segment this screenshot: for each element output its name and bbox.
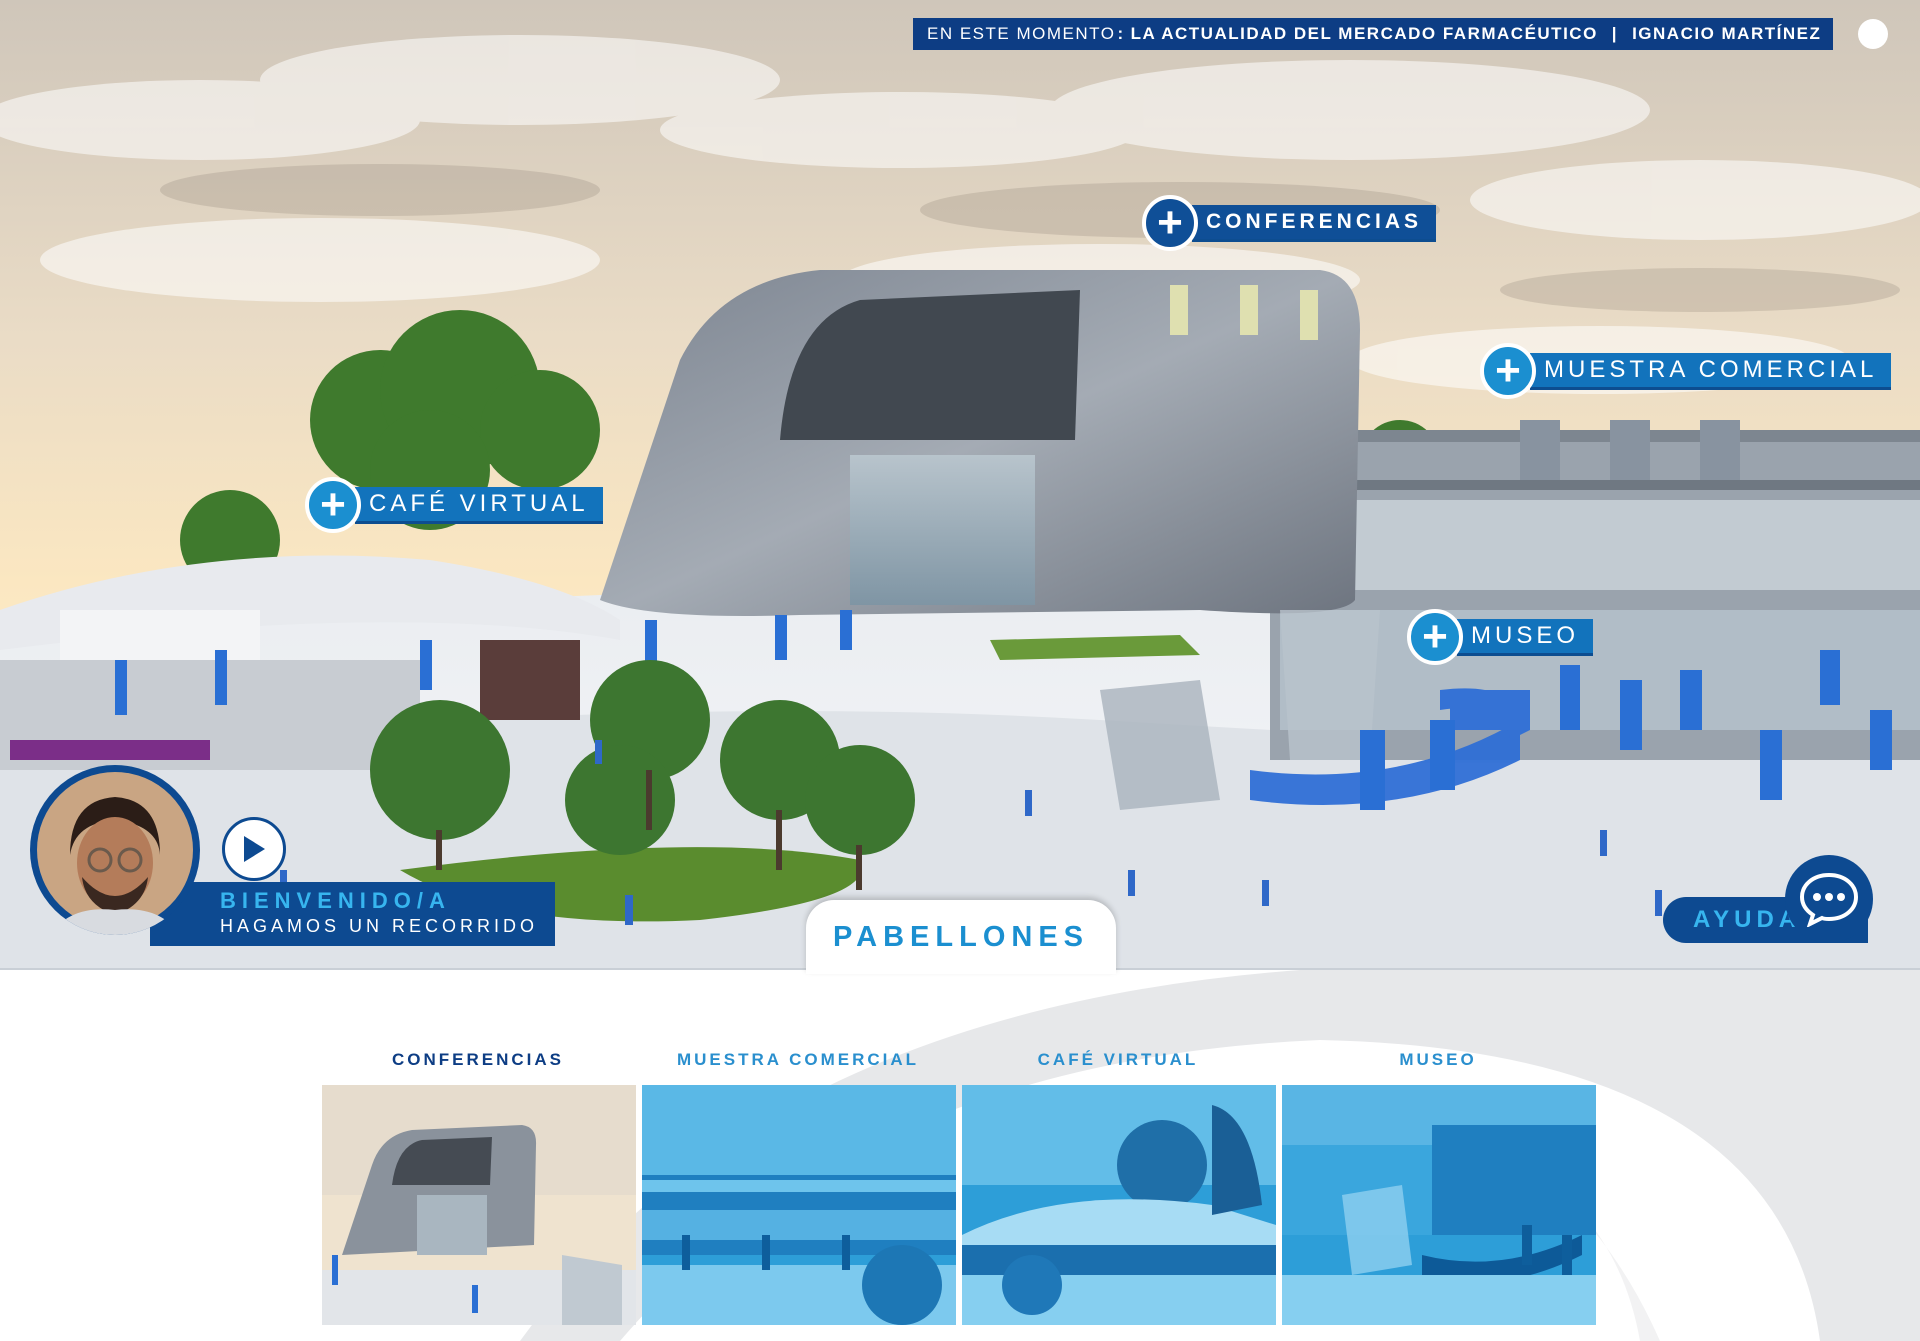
hotspot-conferencias[interactable]: + CONFERENCIAS <box>1142 195 1437 251</box>
pavilion-card-cafe-virtual[interactable]: CAFÉ VIRTUAL <box>962 1035 1276 1325</box>
host-avatar <box>30 765 200 935</box>
pavilion-thumbnail[interactable] <box>962 1085 1276 1325</box>
welcome-subtitle: HAGAMOS UN RECORRIDO <box>220 916 539 936</box>
thumbnail-muestra-comercial <box>642 1085 956 1325</box>
hotspot-museo[interactable]: + MUSEO <box>1407 609 1594 665</box>
pavilion-card-muestra-comercial[interactable]: MUESTRA COMERCIAL <box>642 1035 956 1325</box>
now-playing-ticker[interactable]: EN ESTE MOMENTO : LA ACTUALIDAD DEL MERC… <box>913 18 1833 50</box>
hotspot-muestra-comercial-label: MUESTRA COMERCIAL <box>1530 352 1892 390</box>
ticker-divider: | <box>1611 24 1619 43</box>
plus-icon: + <box>1480 343 1536 399</box>
thumbnail-cafe-virtual <box>962 1085 1276 1325</box>
ticker-colon: : <box>1117 24 1125 43</box>
pavilion-thumbnail[interactable] <box>1282 1085 1596 1325</box>
plus-icon: + <box>1407 609 1463 665</box>
welcome-card: BIENVENIDO/A HAGAMOS UN RECORRIDO <box>150 882 555 946</box>
pavilion-list: CONFERENCIAS MUESTRA COMERCIAL CAFÉ VIRT… <box>322 1035 1596 1325</box>
help-label: AYUDA <box>1693 906 1802 933</box>
welcome-title: BIENVENIDO/A <box>220 888 451 913</box>
pavilion-card-conferencias[interactable]: CONFERENCIAS <box>322 1035 636 1325</box>
campus-illustration <box>0 0 1920 970</box>
pavilion-card-museo[interactable]: MUSEO <box>1282 1035 1596 1325</box>
hotspot-muestra-comercial[interactable]: + MUESTRA COMERCIAL <box>1480 343 1892 399</box>
play-button[interactable] <box>222 817 286 881</box>
host-portrait <box>37 772 193 935</box>
ticker-talk-title: LA ACTUALIDAD DEL MERCADO FARMACÉUTICO <box>1130 24 1598 43</box>
tab-pabellones-label: PABELLONES <box>832 920 1090 953</box>
pavilion-thumbnail[interactable] <box>642 1085 956 1325</box>
hotspot-museo-label: MUSEO <box>1457 618 1594 656</box>
pavilion-name: CAFÉ VIRTUAL <box>1037 1050 1199 1069</box>
hotspot-cafe-virtual[interactable]: + CAFÉ VIRTUAL <box>305 477 603 533</box>
campus-scene: EN ESTE MOMENTO : LA ACTUALIDAD DEL MERC… <box>0 0 1920 970</box>
play-icon <box>244 836 265 862</box>
ticker-speaker: IGNACIO MARTÍNEZ <box>1632 24 1822 43</box>
hotspot-conferencias-label: CONFERENCIAS <box>1192 204 1437 242</box>
hotspot-cafe-virtual-label: CAFÉ VIRTUAL <box>355 486 603 524</box>
tab-pabellones[interactable]: PABELLONES <box>806 900 1116 974</box>
ticker-label: EN ESTE MOMENTO <box>927 24 1116 43</box>
pavilion-name: MUSEO <box>1399 1050 1477 1069</box>
thumbnail-museo <box>1282 1085 1596 1325</box>
thumbnail-conferencias <box>322 1085 636 1325</box>
pavilions-panel: CONFERENCIAS MUESTRA COMERCIAL CAFÉ VIRT… <box>0 970 1920 1341</box>
pavilion-name: CONFERENCIAS <box>391 1050 564 1069</box>
pavilion-name: MUESTRA COMERCIAL <box>676 1050 920 1069</box>
help-button[interactable] <box>1785 855 1873 943</box>
chat-bubble-icon <box>1799 872 1859 927</box>
pavilion-thumbnail[interactable] <box>322 1085 636 1325</box>
plus-icon: + <box>305 477 361 533</box>
plus-icon: + <box>1142 195 1198 251</box>
ticker-status-dot[interactable] <box>1858 19 1888 49</box>
